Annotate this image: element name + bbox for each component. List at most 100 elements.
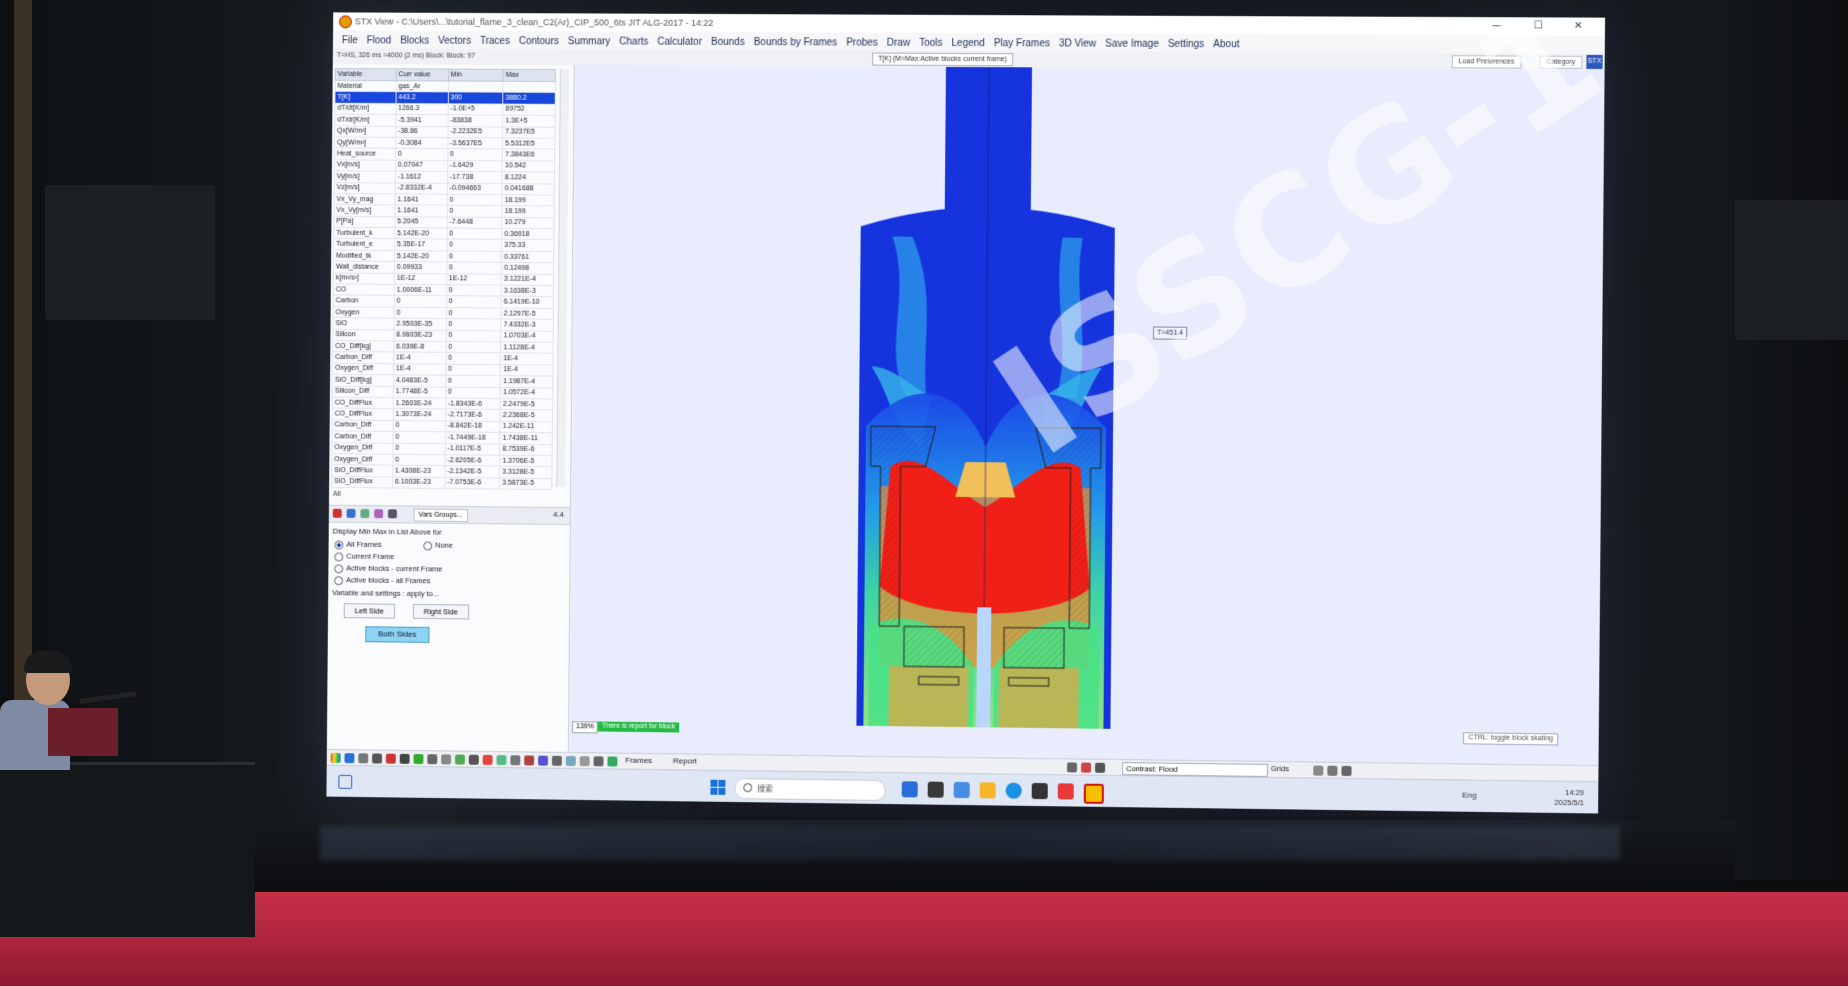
table-cell: 1.4308E-23: [392, 465, 445, 478]
table-cell: 2.2479E-5: [500, 398, 553, 411]
store-icon[interactable]: [1031, 782, 1048, 800]
radio-label: All Frames: [346, 539, 382, 549]
xy-icon[interactable]: [579, 756, 590, 767]
vars-groups-button[interactable]: Vars Groups...: [413, 508, 468, 523]
table-cell: 18.199: [501, 205, 555, 218]
flood-icon[interactable]: [358, 753, 369, 764]
rotate-icon[interactable]: [468, 754, 479, 765]
table-cell: 0: [445, 341, 501, 354]
report-button[interactable]: Report: [673, 756, 697, 765]
table-cell: 1E-4: [393, 363, 446, 376]
copilot-icon[interactable]: [953, 781, 970, 799]
table-cell: -0.3084: [395, 137, 448, 149]
snap-layout-icon[interactable]: [338, 774, 353, 789]
table-cell: 1.1128E-4: [500, 341, 554, 354]
table-cell: 1E-12: [394, 273, 447, 285]
task-view-icon[interactable]: [927, 781, 944, 798]
palette-icon[interactable]: [330, 752, 341, 763]
table-icon[interactable]: [565, 755, 576, 767]
layers-icon[interactable]: [1095, 762, 1106, 773]
table-cell: [448, 80, 504, 93]
frames-button[interactable]: Frames: [625, 756, 652, 765]
pan-icon[interactable]: [454, 754, 465, 765]
export-icon[interactable]: [551, 755, 562, 766]
column-header[interactable]: Max: [503, 69, 556, 82]
left-side-button[interactable]: Left Side: [343, 603, 395, 619]
table-cell: 0: [446, 284, 502, 297]
column-header[interactable]: Variable: [335, 68, 397, 81]
category-button[interactable]: Category: [1539, 55, 1583, 69]
file-explorer-icon[interactable]: [979, 782, 996, 799]
table-cell: Turbulent_e: [333, 238, 395, 251]
plot-viewport[interactable]: T=451.4 139% There is report for block C…: [569, 65, 1605, 766]
table-scrollbar[interactable]: [556, 69, 569, 488]
select-icon[interactable]: [344, 753, 355, 764]
widgets-icon[interactable]: [901, 781, 918, 798]
column-header[interactable]: Curr value: [396, 68, 449, 81]
table-header-row: Variable Curr value Min Max: [335, 68, 556, 82]
filter-icon[interactable]: [374, 509, 384, 519]
clock-date: 2025/5/1: [1554, 797, 1585, 808]
view-icon[interactable]: [1066, 762, 1078, 773]
radio-active-all[interactable]: Active blocks - all Frames: [334, 575, 430, 585]
table-cell: 2.9503E-35: [393, 318, 447, 331]
table-cell: k[m²/s²]: [333, 272, 395, 285]
table-cell: 6.039E-8: [393, 340, 446, 353]
radio-none[interactable]: None: [423, 540, 453, 551]
ruler-icon[interactable]: [496, 755, 507, 766]
start-button[interactable]: [710, 779, 726, 795]
taskbar-search[interactable]: 搜索: [734, 778, 886, 802]
contour-icon[interactable]: [385, 753, 396, 764]
table-cell: 443.2: [395, 92, 449, 104]
radio-current-frame[interactable]: Current Frame: [334, 551, 394, 561]
radio-active-current[interactable]: Active blocks - current Frame: [334, 563, 442, 574]
chart-icon[interactable]: [524, 755, 535, 766]
stx-app-icon[interactable]: [1083, 783, 1104, 804]
table-cell: T[K]: [334, 91, 396, 104]
all-label[interactable]: All: [333, 491, 341, 498]
window-title: STX View - C:\Users\...\tutorial_flame_3…: [354, 16, 714, 28]
input-language[interactable]: Eng: [1462, 791, 1476, 800]
view-tab[interactable]: T[K] (M=Max:Active blocks current frame): [872, 52, 1014, 67]
table-cell: -2.8332E-4: [395, 182, 448, 195]
settings-icon[interactable]: [1313, 765, 1324, 776]
axis-icon[interactable]: [538, 755, 549, 766]
blocks-icon[interactable]: [372, 753, 383, 764]
window-controls[interactable]: — ☐ ✕: [1493, 17, 1597, 36]
help-icon[interactable]: [1341, 765, 1352, 777]
apply-title: Variable and settings : apply to...: [332, 588, 439, 599]
zoom-icon[interactable]: [441, 754, 452, 765]
table-cell: Oxygen_Diff: [331, 442, 393, 455]
person-hair: [24, 651, 72, 673]
list-icon[interactable]: [388, 509, 397, 519]
probe-icon[interactable]: [427, 754, 438, 765]
refresh-icon[interactable]: [1327, 765, 1338, 776]
table-cell: -1.7449E-18: [444, 431, 501, 444]
graph-icon[interactable]: [593, 756, 604, 767]
presenter-podium: [0, 762, 255, 937]
radio-all-frames[interactable]: All Frames: [334, 539, 382, 550]
radio-off-icon: [334, 551, 344, 561]
column-header[interactable]: Min: [448, 69, 504, 82]
edge-browser-icon[interactable]: [1005, 782, 1022, 799]
vector-icon[interactable]: [399, 753, 410, 764]
trace-icon[interactable]: [413, 753, 424, 765]
grids-toggle[interactable]: Grids: [1271, 764, 1289, 773]
wall-speaker-left: [45, 185, 215, 320]
table-row[interactable]: SiO_DiffFlux 6.1003E-23 -7.0753E-6 3.5873E-…: [331, 476, 552, 490]
sort-icon[interactable]: [346, 508, 356, 518]
table-cell: 0: [392, 431, 446, 444]
grid-icon[interactable]: [360, 509, 370, 519]
camera-icon[interactable]: [510, 755, 521, 766]
color-icon[interactable]: [1080, 762, 1092, 773]
table-cell: Carbon: [333, 295, 395, 308]
right-side-button[interactable]: Right Side: [412, 603, 469, 620]
load-preferences-button[interactable]: Load Preferences: [1451, 55, 1522, 69]
grid-icon[interactable]: [607, 756, 618, 767]
table-cell: 0: [445, 330, 502, 342]
palette-icon[interactable]: [332, 508, 342, 518]
both-sides-button[interactable]: Both Sides: [365, 626, 430, 643]
mirror-icon[interactable]: [482, 754, 493, 765]
system-clock[interactable]: 14:29 2025/5/1: [1554, 788, 1584, 809]
wps-icon[interactable]: [1057, 783, 1074, 800]
